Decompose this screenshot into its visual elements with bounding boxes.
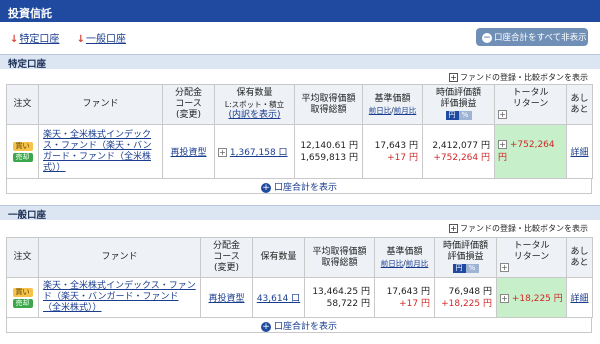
table-row: 買い売却 楽天・全米株式インデックス・ファンド（楽天・バンガード・ファンド（全米… xyxy=(6,277,593,318)
col-ashiato: あし あと xyxy=(566,237,593,278)
col-total-return: トータル リターン + xyxy=(494,84,567,125)
col-market-value: 時価評価額 評価損益円% xyxy=(434,237,497,278)
quantity-link[interactable]: 1,367,158 口 xyxy=(230,148,288,158)
col-order: 注文 xyxy=(6,84,39,125)
minus-circle-icon: − xyxy=(482,33,492,43)
prev-day-link[interactable]: 前日比 xyxy=(369,106,392,115)
breakdown-link[interactable]: (内訳を表示) xyxy=(215,110,294,121)
plus-circle-icon: + xyxy=(260,183,271,193)
section-title-ippan: 一般口座 xyxy=(0,205,600,221)
col-base-price: 基準価額 前日比/前月比 xyxy=(374,237,435,278)
plus-icon: + xyxy=(449,73,458,82)
expand-plus-icon[interactable]: + xyxy=(218,148,227,157)
quantity-link[interactable]: 43,614 口 xyxy=(257,294,300,304)
percent-toggle[interactable]: % xyxy=(465,264,479,273)
prev-day-link[interactable]: 前日比 xyxy=(381,259,404,268)
section-title-tokutei: 特定口座 xyxy=(0,54,600,70)
hide-all-totals-button[interactable]: − 口座合計をすべて非表示 xyxy=(476,28,588,46)
col-quantity: 保有数量 xyxy=(252,237,305,278)
expand-plus-icon[interactable]: + xyxy=(498,140,507,149)
buy-button[interactable]: 買い xyxy=(12,287,33,297)
course-link[interactable]: 再投資型 xyxy=(170,148,206,158)
show-account-total-button[interactable]: + 口座合計を表示 xyxy=(6,317,592,333)
page-title: 投資信託 xyxy=(0,0,600,22)
col-total-return: トータル リターン + xyxy=(496,237,567,278)
fund-name-link[interactable]: 楽天・全米株式インデックス・ファンド（楽天・バンガード・ファンド（全米株式）） xyxy=(43,130,151,173)
link-ippan[interactable]: ↓一般口座 xyxy=(77,34,126,45)
detail-link[interactable]: 詳細 xyxy=(570,294,588,304)
expand-plus-icon[interactable]: + xyxy=(500,294,509,303)
prev-month-link[interactable]: 前月比 xyxy=(394,106,417,115)
table-row: 買い売却 楽天・全米株式インデックス・ファンド（楽天・バンガード・ファンド（全米… xyxy=(6,124,593,179)
col-market-value: 時価評価額 評価損益円% xyxy=(422,84,495,125)
expand-plus-icon[interactable]: + xyxy=(498,110,507,119)
yen-toggle[interactable]: 円 xyxy=(452,264,466,273)
col-fund: ファンド xyxy=(38,84,163,125)
holdings-table-ippan: 注文 ファンド 分配金 コース (変更) 保有数量 平均取得価額 取得総額 基準価額前… xyxy=(6,237,593,318)
plus-circle-icon: + xyxy=(260,322,271,332)
account-links: ↓特定口座 ↓一般口座 xyxy=(10,30,140,45)
expand-plus-icon[interactable]: + xyxy=(500,263,509,272)
course-link[interactable]: 再投資型 xyxy=(208,294,244,304)
holdings-table-tokutei: 注文 ファンド 分配金 コース (変更) 保有数量 L:スポット・積立 (内訳を表示) … xyxy=(6,84,593,179)
buy-button[interactable]: 買い xyxy=(12,141,33,151)
detail-link[interactable]: 詳細 xyxy=(570,148,588,158)
col-order: 注文 xyxy=(6,237,39,278)
col-distribution: 分配金 コース (変更) xyxy=(162,84,215,125)
yen-toggle[interactable]: 円 xyxy=(445,111,459,120)
prev-month-link[interactable]: 前月比 xyxy=(406,259,429,268)
register-compare-toggle[interactable]: + ファンドの登録・比較ボタンを表示 xyxy=(449,223,588,234)
col-quantity: 保有数量 L:スポット・積立 (内訳を表示) xyxy=(214,84,295,125)
col-fund: ファンド xyxy=(38,237,201,278)
sell-button[interactable]: 売却 xyxy=(12,298,33,308)
percent-toggle[interactable]: % xyxy=(458,111,472,120)
down-arrow-icon: ↓ xyxy=(76,34,85,45)
col-distribution: 分配金 コース (変更) xyxy=(200,237,253,278)
down-arrow-icon: ↓ xyxy=(10,34,19,45)
fund-name-link[interactable]: 楽天・全米株式インデックス・ファンド（楽天・バンガード・ファンド（全米株式）） xyxy=(43,281,196,313)
register-compare-toggle[interactable]: + ファンドの登録・比較ボタンを表示 xyxy=(449,72,588,83)
col-avg-price: 平均取得価額 取得総額 xyxy=(294,84,363,125)
col-avg-price: 平均取得価額 取得総額 xyxy=(304,237,375,278)
sell-button[interactable]: 売却 xyxy=(12,152,33,162)
plus-icon: + xyxy=(449,224,458,233)
col-base-price: 基準価額 前日比/前月比 xyxy=(362,84,423,125)
link-tokutei[interactable]: ↓特定口座 xyxy=(10,34,59,45)
col-ashiato: あし あと xyxy=(566,84,593,125)
show-account-total-button[interactable]: + 口座合計を表示 xyxy=(6,178,592,194)
